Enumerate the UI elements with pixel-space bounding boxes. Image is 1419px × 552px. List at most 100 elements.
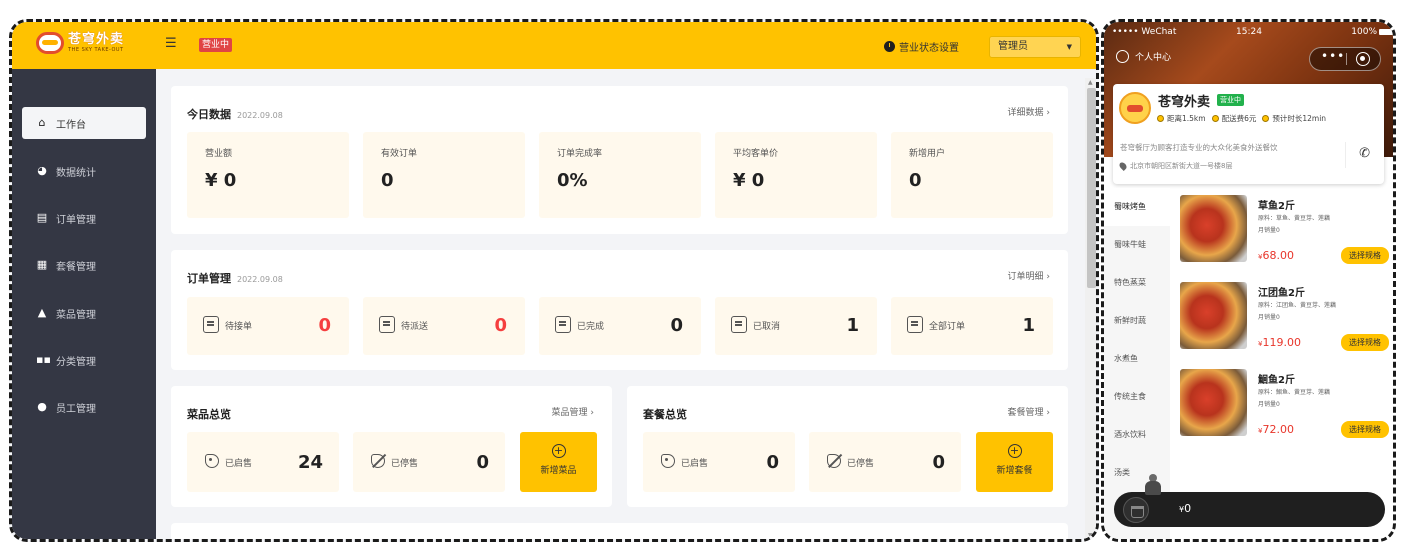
sidebar-item-dishes[interactable]: ▲ 菜品管理 [22, 297, 146, 329]
logo: 苍穹外卖 THE SKY TAKE-OUT [36, 32, 124, 54]
scroll-up-icon[interactable]: ▲ [1088, 79, 1093, 86]
scroll-thumb[interactable] [1087, 88, 1096, 288]
order-icon: ▤ [36, 211, 48, 224]
category-item[interactable]: 特色蒸菜 [1104, 264, 1170, 302]
clock-icon [884, 41, 895, 52]
dish-on-sale: 已启售 24 [187, 432, 339, 492]
user-icon [1116, 50, 1129, 63]
cart-bar[interactable]: ¥0 [1114, 474, 1385, 527]
stat-avg-price: 平均客单价 ¥ 0 [715, 132, 877, 218]
sidebar-item-orders[interactable]: ▤ 订单管理 [22, 202, 146, 234]
order-cancelled[interactable]: 已取消 1 [715, 297, 877, 355]
today-data-date: 2022.09.08 [237, 111, 283, 120]
plus-circle-icon: + [1007, 444, 1022, 458]
order-management-title: 订单管理 2022.09.08 [187, 272, 283, 285]
next-card [171, 523, 1068, 539]
sidebar-item-label: 菜品管理 [56, 309, 96, 321]
main-content: 今日数据 2022.09.08 详细数据 › 营业额 ¥ 0 有效订单 0 订单完… [156, 69, 1096, 539]
select-spec-button[interactable]: 选择规格 [1341, 421, 1389, 438]
select-spec-button[interactable]: 选择规格 [1341, 334, 1389, 351]
dish-price: ¥72.00 [1258, 423, 1294, 436]
sidebar-item-label: 员工管理 [56, 403, 96, 415]
personal-center-button[interactable]: 个人中心 [1116, 50, 1171, 63]
shop-address: 北京市朝阳区新街大道一号楼8层 [1118, 161, 1232, 171]
detail-data-link[interactable]: 详细数据 › [1008, 105, 1050, 118]
cart-total: ¥0 [1179, 502, 1192, 515]
category-item[interactable]: 蜀味烤鱼 [1104, 188, 1170, 226]
sidebar: ⌂ 工作台 ◕ 数据统计 ▤ 订单管理 ▦ 套餐管理 ▲ 菜品管理 ▪▪ 分类管… [12, 69, 156, 539]
category-item[interactable]: 传统主食 [1104, 378, 1170, 416]
category-item[interactable]: 酒水饮料 [1104, 416, 1170, 454]
sidebar-item-workbench[interactable]: ⌂ 工作台 [22, 107, 146, 139]
screen: 苍穹外卖 THE SKY TAKE-OUT ☰ 营业中 营业状态设置 管理员 ▼… [0, 0, 1419, 552]
order-all[interactable]: 全部订单 1 [891, 297, 1053, 355]
business-status-badge: 营业中 [199, 38, 233, 52]
dish-price: ¥68.00 [1258, 249, 1294, 262]
combo-on-sale: 已启售 0 [643, 432, 795, 492]
order-pending-delivery[interactable]: 待派送 0 [363, 297, 525, 355]
sidebar-item-label: 套餐管理 [56, 261, 96, 273]
combo-management-link[interactable]: 套餐管理 › [1008, 405, 1050, 418]
close-miniprogram-icon[interactable] [1356, 52, 1370, 66]
delivery-icon [379, 316, 395, 333]
today-data-title: 今日数据 2022.09.08 [187, 108, 283, 121]
order-completed[interactable]: 已完成 0 [539, 297, 701, 355]
tag-icon [205, 454, 219, 468]
dish-off-sale: 已停售 0 [353, 432, 505, 492]
logo-title: 苍穹外卖 [68, 32, 125, 47]
stat-revenue: 营业额 ¥ 0 [187, 132, 349, 218]
role-value: 管理员 [998, 41, 1028, 52]
cart-icon[interactable] [1123, 497, 1149, 523]
shop-open-badge: 营业中 [1217, 94, 1244, 106]
staff-icon: ● [37, 400, 47, 413]
dish-image [1180, 282, 1247, 349]
sidebar-item-statistics[interactable]: ◕ 数据统计 [22, 155, 146, 187]
time-icon [1262, 115, 1270, 122]
caret-down-icon: ▼ [1066, 43, 1072, 51]
business-status-setting-button[interactable]: 营业状态设置 [884, 39, 959, 54]
stat-new-users: 新增用户 0 [891, 132, 1053, 218]
tag-icon [661, 454, 675, 468]
completed-order-icon [555, 316, 571, 333]
sidebar-item-categories[interactable]: ▪▪ 分类管理 [22, 344, 146, 376]
vertical-scrollbar[interactable]: ▲ ▼ [1085, 78, 1096, 539]
logo-subtitle: THE SKY TAKE-OUT [68, 47, 124, 53]
dish-image [1180, 195, 1247, 262]
select-spec-button[interactable]: 选择规格 [1341, 247, 1389, 264]
category-icon: ▪▪ [36, 353, 51, 366]
role-dropdown[interactable]: 管理员 ▼ [989, 36, 1081, 58]
dish-image [1180, 369, 1247, 436]
more-icon[interactable]: ••• [1321, 49, 1345, 63]
miniprogram-capsule: ••• [1309, 47, 1381, 71]
fee-icon [1211, 115, 1219, 122]
location-pin-icon [1118, 161, 1128, 171]
business-status-setting-label: 营业状态设置 [899, 43, 959, 54]
add-combo-button[interactable]: + 新增套餐 [976, 432, 1053, 492]
category-item[interactable]: 水煮鱼 [1104, 340, 1170, 378]
phone-call-icon[interactable]: ✆ [1359, 146, 1370, 161]
sidebar-item-staff[interactable]: ● 员工管理 [22, 391, 146, 423]
admin-window: 苍穹外卖 THE SKY TAKE-OUT ☰ 营业中 营业状态设置 管理员 ▼… [9, 19, 1099, 542]
battery-label: 100% [1351, 27, 1377, 37]
combo-overview-title: 套餐总览 [643, 408, 687, 421]
category-item[interactable]: 蜀味牛蛙 [1104, 226, 1170, 264]
dish-item: 草鱼2斤 原料：草鱼、黄豆芽、莲藕 月销量0 ¥68.00 选择规格 [1180, 195, 1390, 279]
order-pending-accept[interactable]: 待接单 0 [187, 297, 349, 355]
plus-circle-icon: + [551, 444, 566, 458]
order-detail-link[interactable]: 订单明细 › [1008, 269, 1050, 282]
dish-item: 江团鱼2斤 原料：江团鱼、黄豆芽、莲藕 月销量0 ¥119.00 选择规格 [1180, 282, 1390, 366]
add-dish-button[interactable]: + 新增菜品 [520, 432, 597, 492]
tag-off-icon [371, 454, 385, 468]
dish-icon: ▲ [37, 306, 47, 319]
scroll-down-icon[interactable]: ▼ [1088, 532, 1093, 539]
logo-icon [36, 32, 64, 54]
dish-management-link[interactable]: 菜品管理 › [552, 405, 594, 418]
stat-valid-orders: 有效订单 0 [363, 132, 525, 218]
menu-fold-icon[interactable]: ☰ [165, 37, 179, 51]
all-orders-icon [907, 316, 923, 333]
dish-item: 鮰鱼2斤 原料：鮰鱼、黄豆芽、莲藕 月销量0 ¥72.00 选择规格 [1180, 369, 1390, 453]
sidebar-item-combos[interactable]: ▦ 套餐管理 [22, 249, 146, 281]
dish-price: ¥119.00 [1258, 336, 1301, 349]
delivery-person-icon [1139, 474, 1169, 498]
category-item[interactable]: 新鲜时蔬 [1104, 302, 1170, 340]
